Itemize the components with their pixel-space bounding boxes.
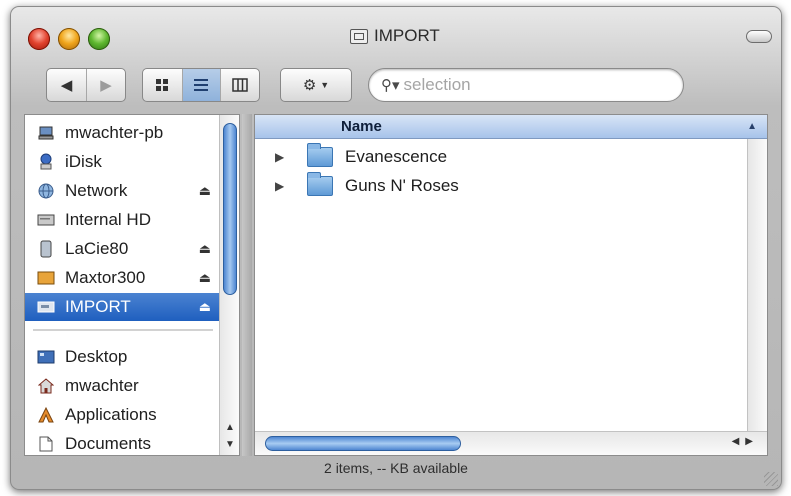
sidebar-resize-handle[interactable] (242, 114, 252, 456)
status-bar-text: 2 items, -- KB available (324, 460, 468, 476)
finder-window: IMPORT ◀ ▶ ⚙ ▼ ⚲▾ mwachter-pb (10, 6, 782, 490)
external-drive-icon (35, 239, 57, 259)
sidebar-scrollbar[interactable]: ▲ ▼ (219, 115, 239, 455)
sidebar-item-maxtor300[interactable]: Maxtor300 ⏏ (25, 264, 221, 292)
column-header-label: Name (341, 118, 382, 135)
sidebar-item-label: Network (65, 181, 128, 200)
disclosure-triangle-icon[interactable]: ▶ (275, 150, 287, 164)
content-vertical-scrollbar[interactable] (747, 139, 767, 431)
back-arrow-icon[interactable]: ◀ (47, 69, 86, 101)
sidebar-item-applications[interactable]: Applications (25, 401, 221, 429)
scroll-up-arrow-icon[interactable]: ▲ (222, 419, 238, 435)
chevron-down-icon: ▼ (320, 80, 330, 90)
search-input[interactable] (403, 75, 664, 95)
list-item-label: Evanescence (345, 147, 448, 166)
computer-icon (35, 123, 57, 143)
sidebar-item-label: Maxtor300 (65, 268, 146, 287)
window-title-bar: IMPORT (350, 26, 440, 46)
list-view-icon[interactable] (181, 69, 221, 101)
sidebar-item-documents[interactable]: Documents (25, 430, 221, 458)
sidebar-item-import[interactable]: IMPORT ⏏ (25, 293, 221, 321)
forward-arrow-icon[interactable]: ▶ (85, 69, 125, 101)
column-header-name[interactable]: Name ▲ (255, 115, 767, 139)
window-title: IMPORT (374, 26, 440, 45)
search-field[interactable]: ⚲▾ (368, 68, 684, 102)
navigation-buttons: ◀ ▶ (46, 68, 126, 102)
list-item-evanescence[interactable]: ▶ Evanescence (255, 143, 767, 171)
applications-icon (35, 405, 57, 425)
list-item-guns-n-roses[interactable]: ▶ Guns N' Roses (255, 172, 767, 200)
sidebar-item-mwachter[interactable]: mwachter (25, 372, 221, 400)
file-list-pane: Name ▲ ▶ Evanescence ▶ Guns N' Roses ◀ ▶ (254, 114, 768, 456)
action-button-content[interactable]: ⚙ ▼ (281, 69, 351, 101)
view-mode-buttons (142, 68, 260, 102)
sidebar-item-mwachter-pb[interactable]: mwachter-pb (25, 119, 221, 147)
horizontal-scroll-arrows: ◀ ▶ (732, 436, 753, 447)
sidebar-scroll-thumb[interactable] (223, 123, 237, 295)
zoom-button[interactable] (88, 28, 110, 50)
list-item-label: Guns N' Roses (345, 176, 459, 195)
external-drive-icon (35, 268, 57, 288)
eject-icon[interactable]: ⏏ (199, 270, 211, 286)
documents-icon (35, 434, 57, 454)
sidebar-item-label: Applications (65, 405, 157, 424)
sort-ascending-icon: ▲ (747, 121, 757, 132)
horizontal-scroll-thumb[interactable] (265, 436, 461, 451)
folder-icon (307, 172, 333, 196)
close-button[interactable] (28, 28, 50, 50)
sidebar-item-idisk[interactable]: iDisk (25, 148, 221, 176)
icon-view-icon[interactable] (143, 69, 182, 101)
search-icon[interactable]: ⚲▾ (381, 76, 400, 94)
scroll-right-arrow-icon[interactable]: ▶ (745, 436, 753, 447)
disk-image-icon (35, 297, 57, 317)
scroll-down-arrow-icon[interactable]: ▼ (222, 436, 238, 452)
sidebar-item-desktop[interactable]: Desktop (25, 343, 221, 371)
gear-icon: ⚙ (302, 77, 317, 94)
sidebar-item-label: mwachter (65, 376, 139, 395)
home-icon (35, 376, 57, 396)
sidebar-item-label: iDisk (65, 152, 102, 171)
sidebar-item-label: mwachter-pb (65, 123, 164, 142)
network-globe-icon (35, 181, 57, 201)
toolbar-toggle-button[interactable] (746, 30, 772, 43)
sidebar-item-label: Internal HD (65, 210, 151, 229)
sidebar-item-label: LaCie80 (65, 239, 129, 258)
sidebar-item-lacie80[interactable]: LaCie80 ⏏ (25, 235, 221, 263)
desktop-icon (35, 347, 57, 367)
idisk-icon (35, 152, 57, 172)
disclosure-triangle-icon[interactable]: ▶ (275, 179, 287, 193)
sidebar-item-label: IMPORT (65, 297, 131, 316)
minimize-button[interactable] (58, 28, 80, 50)
sidebar-item-label: Desktop (65, 347, 128, 366)
hard-drive-icon (35, 210, 57, 230)
sidebar: mwachter-pb iDisk Network ⏏ Internal HD (24, 114, 240, 456)
sidebar-item-network[interactable]: Network ⏏ (25, 177, 221, 205)
sidebar-divider (33, 329, 213, 331)
column-view-icon[interactable] (220, 69, 259, 101)
disk-image-icon (350, 28, 368, 44)
sidebar-item-label: Documents (65, 434, 151, 453)
folder-icon (307, 143, 333, 167)
action-menu-button[interactable]: ⚙ ▼ (280, 68, 352, 102)
eject-icon[interactable]: ⏏ (199, 241, 211, 257)
scroll-left-arrow-icon[interactable]: ◀ (732, 436, 740, 447)
resize-grip-icon[interactable] (764, 472, 778, 486)
content-horizontal-scrollbar[interactable]: ◀ ▶ (255, 431, 767, 455)
eject-icon[interactable]: ⏏ (199, 299, 211, 315)
sidebar-item-internal-hd[interactable]: Internal HD (25, 206, 221, 234)
eject-icon[interactable]: ⏏ (199, 183, 211, 199)
